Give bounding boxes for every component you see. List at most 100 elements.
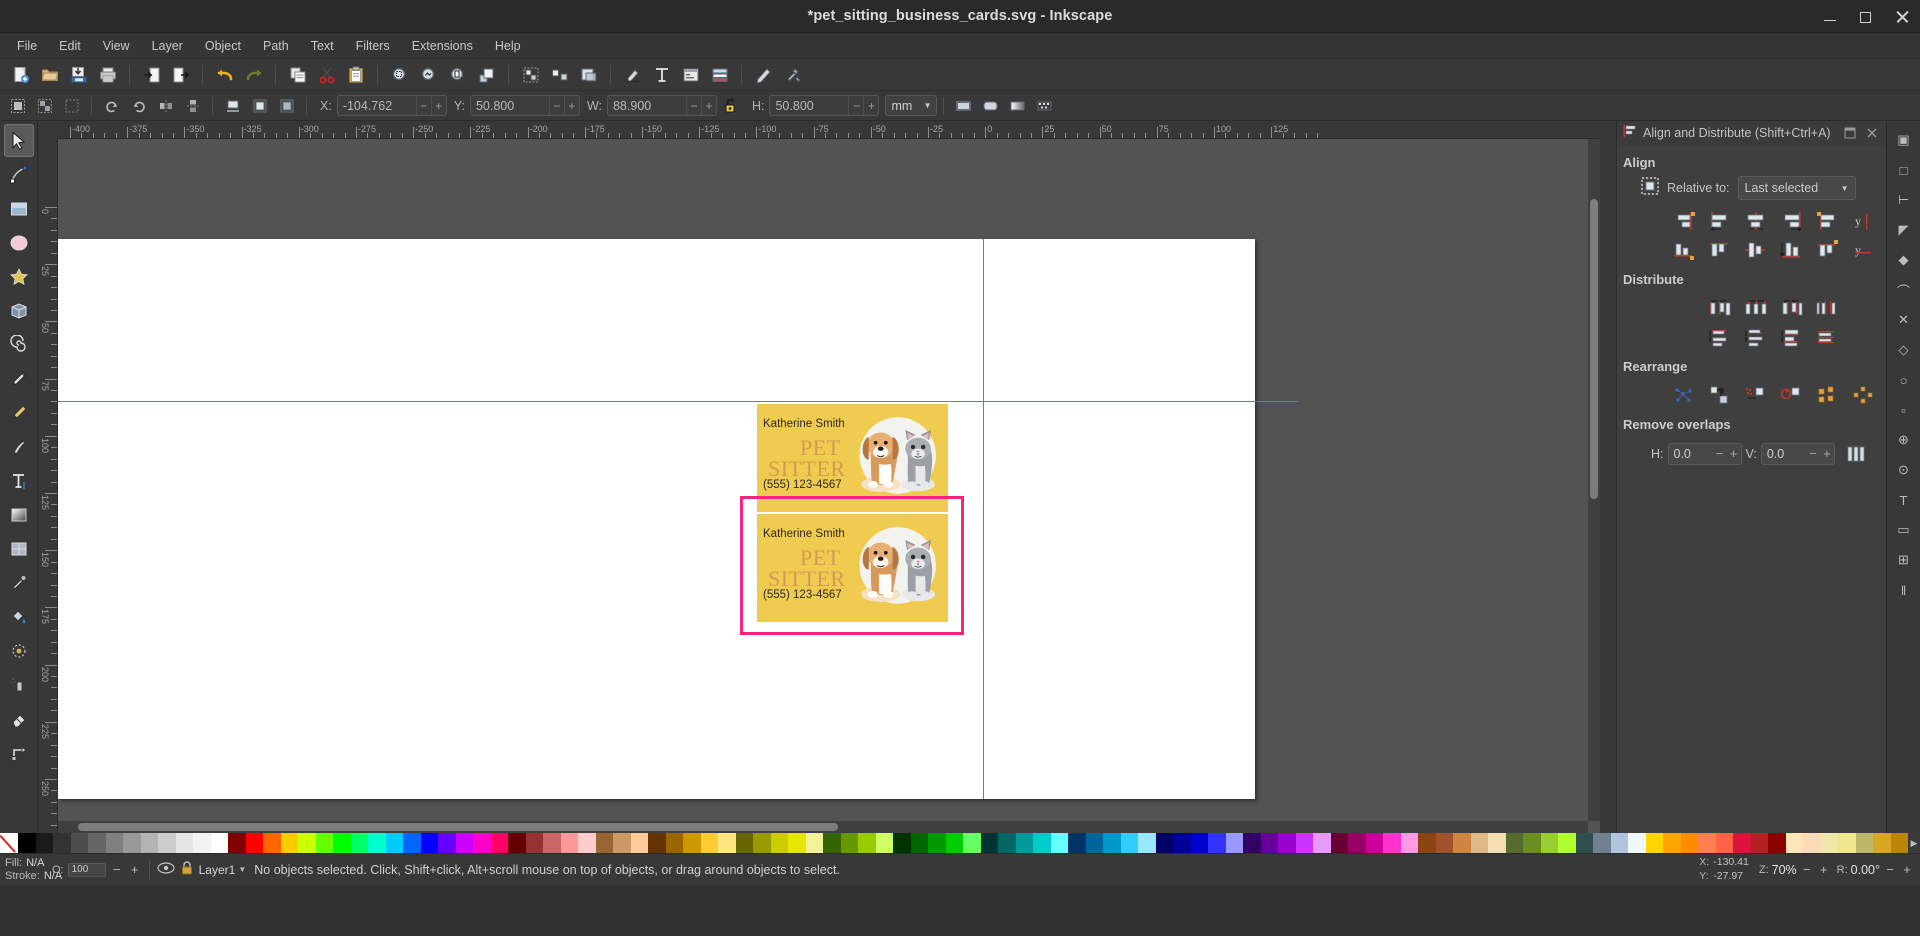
- overlap-h-input[interactable]: [1668, 443, 1713, 464]
- palette-swatch[interactable]: [228, 833, 246, 853]
- x-input[interactable]: [337, 96, 416, 115]
- palette-swatch[interactable]: [1383, 833, 1401, 853]
- palette-swatch[interactable]: [35, 833, 53, 853]
- palette-swatch[interactable]: [1855, 833, 1873, 853]
- remove-overlaps-icon[interactable]: [1839, 441, 1873, 466]
- x-decrement[interactable]: −: [415, 96, 431, 115]
- group-icon[interactable]: [517, 62, 544, 88]
- save-document-icon[interactable]: [65, 62, 92, 88]
- node-tool[interactable]: [4, 158, 34, 191]
- horizontal-ruler[interactable]: -400 -375 -350 -325 -300 -275 -250 -225 -200 -175…: [58, 121, 1600, 139]
- vertical-scroll-thumb[interactable]: [1590, 199, 1598, 499]
- palette-swatch[interactable]: [823, 833, 841, 853]
- business-card-2[interactable]: Katherine Smith PET SITTER (555) 123-456…: [757, 514, 948, 622]
- menu-path[interactable]: Path: [252, 36, 300, 56]
- overlap-v-input[interactable]: [1761, 443, 1806, 464]
- exchange-positions-stacking-order[interactable]: [1739, 382, 1773, 407]
- xml-editor-icon[interactable]: [677, 62, 704, 88]
- x-field[interactable]: − +: [336, 95, 447, 116]
- palette-swatch[interactable]: [53, 833, 71, 853]
- y-increment[interactable]: +: [563, 96, 579, 115]
- palette-swatch[interactable]: [770, 833, 788, 853]
- gradient-tool[interactable]: [4, 498, 34, 531]
- calligraphy-tool[interactable]: [4, 430, 34, 463]
- palette-swatch[interactable]: [1803, 833, 1821, 853]
- palette-swatch[interactable]: [1453, 833, 1471, 853]
- flip-horizontal-icon[interactable]: [153, 94, 178, 118]
- h-decrement[interactable]: −: [848, 96, 863, 115]
- text-anchor-horizontal[interactable]: y: [1847, 237, 1881, 262]
- snap-enable-icon[interactable]: ▣: [1891, 127, 1917, 153]
- menu-extensions[interactable]: Extensions: [401, 36, 484, 56]
- palette-swatch[interactable]: [980, 833, 998, 853]
- affect-gradients-icon[interactable]: [1005, 94, 1030, 118]
- palette-swatch[interactable]: [1628, 833, 1646, 853]
- palette-swatch[interactable]: [350, 833, 368, 853]
- palette-swatch[interactable]: [1225, 833, 1243, 853]
- palette-swatch[interactable]: [998, 833, 1016, 853]
- zoom-value[interactable]: 70%: [1772, 863, 1797, 877]
- palette-swatch[interactable]: [368, 833, 386, 853]
- palette-swatch[interactable]: [1085, 833, 1103, 853]
- palette-swatch[interactable]: [385, 833, 403, 853]
- palette-swatch[interactable]: [280, 833, 298, 853]
- arrange-in-grid[interactable]: [1811, 382, 1845, 407]
- preferences-icon[interactable]: [779, 62, 806, 88]
- snap-midpoints-icon[interactable]: ▫: [1891, 397, 1917, 423]
- exchange-positions-clockwise[interactable]: [1775, 382, 1809, 407]
- palette-swatch[interactable]: [1173, 833, 1191, 853]
- palette-swatch[interactable]: [18, 833, 36, 853]
- pen-tool[interactable]: [4, 396, 34, 429]
- snap-cusp-nodes-icon[interactable]: ◇: [1891, 337, 1917, 363]
- ungroup-icon[interactable]: [546, 62, 573, 88]
- palette-swatch[interactable]: [683, 833, 701, 853]
- redo-icon[interactable]: [240, 62, 267, 88]
- affect-patterns-icon[interactable]: [1032, 94, 1057, 118]
- export-icon[interactable]: [167, 62, 194, 88]
- distribute-horizontal-gaps-equal[interactable]: [1811, 295, 1845, 320]
- palette-swatch[interactable]: [700, 833, 718, 853]
- palette-swatch[interactable]: [595, 833, 613, 853]
- palette-swatch[interactable]: [403, 833, 421, 853]
- palette-swatch[interactable]: [1645, 833, 1663, 853]
- spray-tool[interactable]: [4, 668, 34, 701]
- center-on-vertical-axis[interactable]: [1739, 208, 1773, 233]
- palette-swatch[interactable]: [630, 833, 648, 853]
- cut-icon[interactable]: [313, 62, 340, 88]
- palette-swatch[interactable]: [105, 833, 123, 853]
- menu-file[interactable]: File: [6, 36, 48, 56]
- palette-swatch[interactable]: [788, 833, 806, 853]
- palette-swatch[interactable]: [1838, 833, 1856, 853]
- palette-swatch[interactable]: [193, 833, 211, 853]
- float-dialog-icon[interactable]: [1842, 125, 1858, 141]
- visibility-eye-icon[interactable]: [157, 861, 175, 878]
- import-icon[interactable]: [138, 62, 165, 88]
- palette-swatch[interactable]: [1435, 833, 1453, 853]
- lower-icon[interactable]: [274, 94, 299, 118]
- h-field[interactable]: − +: [769, 95, 880, 116]
- close-dialog-icon[interactable]: [1864, 125, 1880, 141]
- palette-swatch[interactable]: [123, 833, 141, 853]
- palette-swatch[interactable]: [1330, 833, 1348, 853]
- palette-swatch[interactable]: [1820, 833, 1838, 853]
- palette-swatch[interactable]: [508, 833, 526, 853]
- w-input[interactable]: [607, 96, 686, 115]
- menu-view[interactable]: View: [92, 36, 141, 56]
- text-anchor-vertical[interactable]: y: [1847, 208, 1881, 233]
- palette-swatch[interactable]: [1068, 833, 1086, 853]
- palette-swatch[interactable]: [1155, 833, 1173, 853]
- palette-swatch[interactable]: [298, 833, 316, 853]
- horizontal-scroll-thumb[interactable]: [78, 823, 838, 831]
- exchange-positions-selection-order[interactable]: [1703, 382, 1737, 407]
- palette-swatch[interactable]: [875, 833, 893, 853]
- affect-stroke-width-icon[interactable]: [951, 94, 976, 118]
- palette-swatch[interactable]: [910, 833, 928, 853]
- palette-swatch[interactable]: [1663, 833, 1681, 853]
- rotation-decrement[interactable]: −: [1883, 862, 1897, 877]
- snap-text-baseline-icon[interactable]: T: [1891, 487, 1917, 513]
- palette-swatch[interactable]: [490, 833, 508, 853]
- snap-object-centers-icon[interactable]: ⊕: [1891, 427, 1917, 453]
- align-left-edges[interactable]: [1703, 208, 1737, 233]
- opacity-increment[interactable]: +: [128, 862, 142, 877]
- overlap-v-decrement[interactable]: −: [1806, 446, 1820, 461]
